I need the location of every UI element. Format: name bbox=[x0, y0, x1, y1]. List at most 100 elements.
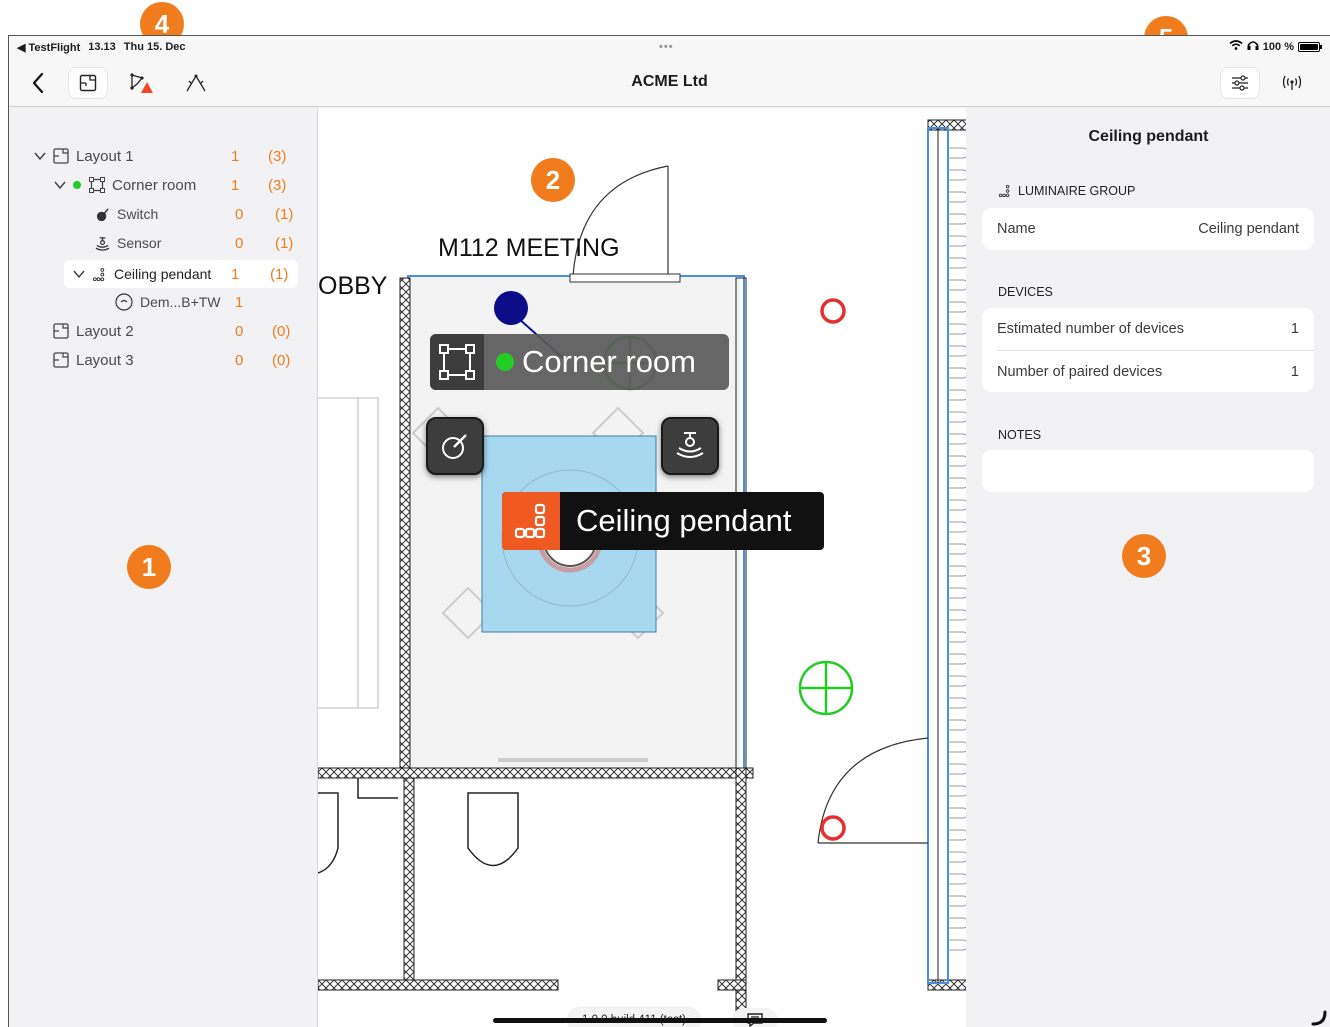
corner-room-tag[interactable]: Corner room bbox=[430, 334, 729, 390]
sensor-icon bbox=[676, 432, 704, 458]
luminaire-group-icon bbox=[998, 184, 1010, 198]
luminaire-group-icon bbox=[502, 492, 560, 550]
antenna-icon bbox=[1282, 75, 1302, 90]
switch-device-button[interactable] bbox=[426, 417, 484, 475]
tree-item-label: Switch bbox=[117, 206, 159, 222]
tree-item-total: (1) bbox=[275, 234, 294, 252]
ipad-screen: ◀ TestFlight 13.13 Thu 15. Dec ••• 100 % bbox=[8, 35, 1330, 1027]
status-date: Thu 15. Dec bbox=[123, 41, 186, 53]
ceiling-pendant-tag-label: Ceiling pendant bbox=[576, 503, 792, 538]
annotation-badge-3: 3 bbox=[1122, 534, 1166, 578]
tree-item-layout-1[interactable]: Layout 1 1 (3) bbox=[33, 142, 303, 170]
tree-item-count: 0 bbox=[235, 205, 244, 223]
back-to-app-link[interactable]: ◀ TestFlight bbox=[17, 41, 80, 54]
paired-devices-value: 1 bbox=[1290, 363, 1299, 380]
tree-item-count: 0 bbox=[235, 322, 244, 340]
tree-item-layout-3[interactable]: Layout 3 0 (0) bbox=[53, 346, 303, 374]
tree-item-label: Dem...B+TW bbox=[140, 294, 221, 310]
luminaire-group-icon bbox=[92, 267, 105, 281]
wireless-button[interactable] bbox=[1273, 68, 1311, 98]
status-bar: ◀ TestFlight 13.13 Thu 15. Dec ••• 100 % bbox=[9, 36, 1330, 58]
tree-item-label: Corner room bbox=[112, 176, 197, 194]
estimated-devices-row[interactable]: Estimated number of devices 1 bbox=[982, 308, 1314, 350]
estimated-devices-label: Estimated number of devices bbox=[997, 321, 1184, 337]
tree-item-count: 0 bbox=[235, 351, 244, 369]
floorplan-icon bbox=[53, 352, 69, 368]
tree-item-label: Layout 3 bbox=[76, 351, 134, 369]
filter-settings-button[interactable] bbox=[1221, 68, 1259, 98]
section-header-text: DEVICES bbox=[998, 285, 1053, 299]
lobby-label: OBBY bbox=[318, 272, 388, 300]
paired-devices-row[interactable]: Number of paired devices 1 bbox=[997, 350, 1314, 392]
luminaire-device-icon bbox=[115, 293, 133, 311]
tree-item-count: 1 bbox=[235, 293, 244, 311]
multitask-dots[interactable]: ••• bbox=[659, 41, 674, 53]
online-status-dot bbox=[73, 181, 81, 189]
section-header-text: LUMINAIRE GROUP bbox=[1018, 184, 1136, 198]
annotation-badge-1: 1 bbox=[127, 545, 171, 589]
room-icon bbox=[89, 177, 105, 193]
home-indicator[interactable] bbox=[493, 1018, 827, 1023]
tree-item-count: 1 bbox=[231, 147, 240, 165]
luminaire-group-header: LUMINAIRE GROUP bbox=[998, 184, 1135, 198]
room-name-label: M112 MEETING bbox=[438, 234, 620, 262]
details-panel: Ceiling pendant LUMINAIRE GROUP Name Cei… bbox=[966, 108, 1330, 1027]
sliders-icon bbox=[1232, 75, 1248, 91]
battery-percent: 100 % bbox=[1262, 40, 1294, 53]
name-row[interactable]: Name Ceiling pendant bbox=[982, 208, 1314, 250]
room-icon bbox=[430, 334, 484, 390]
page-title: ACME Ltd bbox=[631, 73, 708, 90]
tree-item-total: (1) bbox=[270, 265, 289, 283]
paired-devices-label: Number of paired devices bbox=[997, 363, 1163, 380]
layout-tree-sidebar: Layout 1 1 (3) Corner room 1 (3) Switch … bbox=[9, 108, 318, 1027]
tree-item-total: (0) bbox=[272, 322, 291, 340]
notes-header: NOTES bbox=[998, 428, 1041, 442]
section-header-text: NOTES bbox=[998, 428, 1042, 442]
tree-item-total: (3) bbox=[268, 147, 287, 165]
status-time: 13.13 bbox=[88, 41, 116, 53]
tree-item-label: Sensor bbox=[117, 235, 162, 251]
tree-item-ceiling-pendant[interactable]: Ceiling pendant 1 (1) bbox=[64, 260, 298, 288]
tree-item-total: (0) bbox=[272, 351, 291, 369]
chevron-down-icon[interactable] bbox=[72, 269, 86, 279]
headphones-icon bbox=[1247, 40, 1259, 53]
floorplan-icon bbox=[53, 323, 69, 339]
tree-item-label: Ceiling pendant bbox=[114, 266, 212, 282]
estimated-devices-value: 1 bbox=[1290, 321, 1299, 337]
tree-item-total: (1) bbox=[275, 205, 294, 223]
switch-icon bbox=[96, 207, 109, 221]
floorplan-drawing bbox=[318, 119, 966, 1027]
sensor-device-button[interactable] bbox=[661, 417, 719, 475]
ceiling-pendant-tag[interactable]: Ceiling pendant bbox=[502, 492, 824, 550]
annotation-badge-2: 2 bbox=[531, 158, 575, 202]
tree-item-layout-2[interactable]: Layout 2 0 (0) bbox=[53, 317, 303, 345]
tree-item-total: (3) bbox=[268, 176, 287, 194]
tree-item-count: 0 bbox=[235, 234, 244, 252]
battery-icon bbox=[1298, 41, 1322, 52]
tree-item-corner-room[interactable]: Corner room 1 (3) bbox=[53, 171, 303, 199]
devices-card: Estimated number of devices 1 Number of … bbox=[982, 308, 1314, 392]
online-status-dot bbox=[496, 353, 514, 371]
tree-item-count: 1 bbox=[231, 176, 240, 194]
name-label: Name bbox=[997, 221, 1036, 237]
wifi-icon bbox=[1229, 40, 1243, 53]
tree-item-label: Layout 2 bbox=[76, 322, 134, 340]
floorplan-icon bbox=[53, 148, 69, 164]
tree-item-label: Layout 1 bbox=[76, 147, 134, 165]
sensor-icon bbox=[95, 236, 110, 251]
notes-field[interactable] bbox=[982, 450, 1314, 492]
floorplan-canvas[interactable]: M112 MEETING OBBY Corner room Ceiling pe… bbox=[318, 108, 966, 1027]
name-value[interactable]: Ceiling pendant bbox=[1198, 221, 1299, 237]
tree-item-count: 1 bbox=[231, 265, 240, 283]
tree-item-sensor[interactable]: Sensor 0 (1) bbox=[95, 229, 303, 257]
corner-room-tag-label: Corner room bbox=[522, 344, 696, 379]
tree-item-device[interactable]: Dem...B+TW 1 bbox=[115, 288, 255, 316]
switch-icon bbox=[442, 434, 467, 459]
panel-title: Ceiling pendant bbox=[1088, 128, 1209, 145]
tree-item-switch[interactable]: Switch 0 (1) bbox=[95, 200, 303, 228]
chevron-down-icon[interactable] bbox=[53, 180, 67, 190]
name-card: Name Ceiling pendant bbox=[982, 208, 1314, 250]
chevron-down-icon[interactable] bbox=[33, 151, 47, 161]
resize-corner-icon[interactable] bbox=[1311, 1008, 1329, 1026]
navigation-bar: ACME Ltd bbox=[9, 58, 1330, 107]
